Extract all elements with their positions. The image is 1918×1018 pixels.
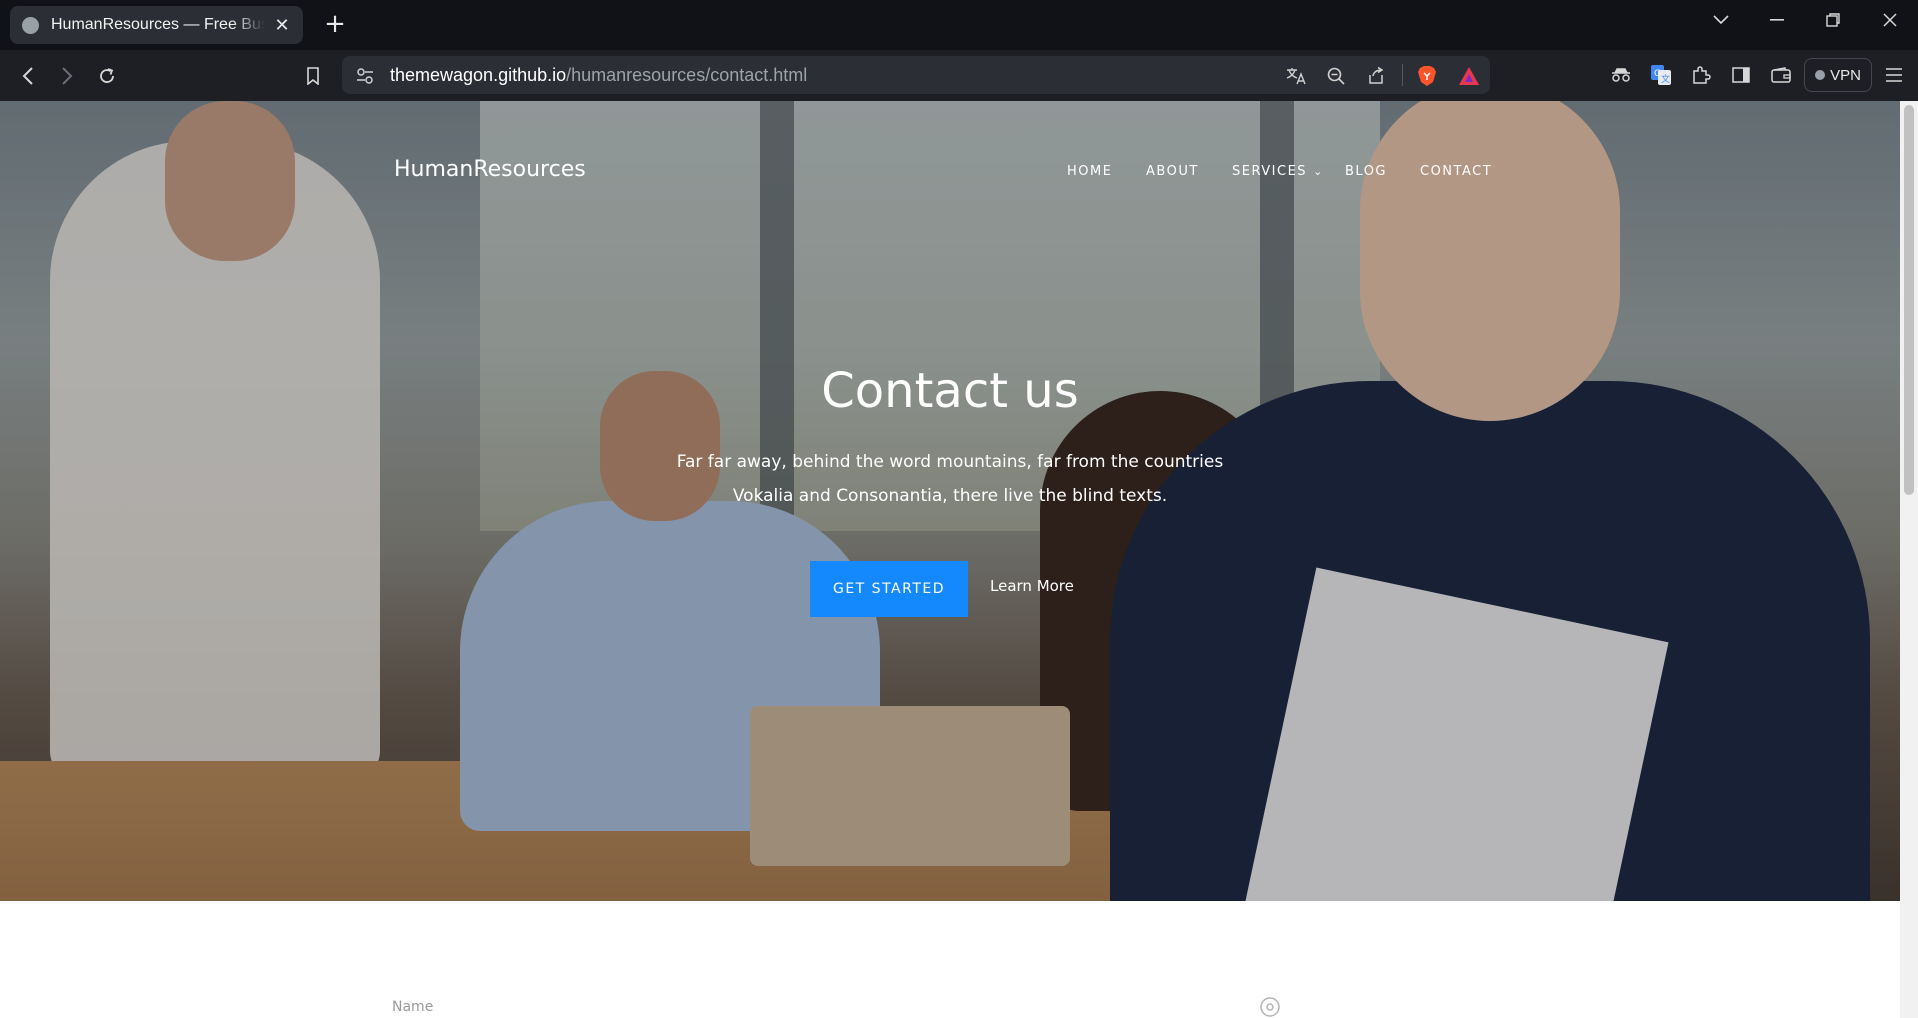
menu-icon[interactable] [1882,63,1906,87]
google-translate-icon[interactable]: G文 [1649,63,1673,87]
sidebar-icon[interactable] [1729,63,1753,87]
hero-subtitle: Far far away, behind the word mountains,… [676,452,1224,506]
url-path: /humanresources/contact.html [566,65,808,85]
svg-text:文: 文 [1661,73,1670,85]
address-bar[interactable]: themewagon.github.io/humanresources/cont… [342,56,1490,94]
page-scrollbar[interactable] [1900,101,1918,1018]
hero-section: HumanResources HOME ABOUT SERVICES ⌄ BLOG… [0,101,1900,901]
reload-icon[interactable] [94,63,120,89]
site-logo[interactable]: HumanResources [394,157,586,182]
nav-item-contact[interactable]: CONTACT [1420,164,1492,179]
tab-search-icon[interactable] [1701,0,1741,40]
restore-icon[interactable] [1813,0,1853,40]
extensions-icon[interactable] [1689,63,1713,87]
nav-item-services[interactable]: SERVICES ⌄ [1232,164,1324,179]
brave-shield-icon[interactable] [1416,65,1438,87]
brave-rewards-icon[interactable] [1458,65,1480,87]
browser-tab-active[interactable]: HumanResources — Free Business ✕ [10,6,303,44]
page-viewport: HumanResources HOME ABOUT SERVICES ⌄ BLOG… [0,101,1900,1018]
tab-title: HumanResources — Free Business [51,16,265,33]
nav-item-about[interactable]: ABOUT [1146,164,1199,179]
browser-tab-strip: HumanResources — Free Business ✕ + [0,0,1918,50]
browser-toolbar: themewagon.github.io/humanresources/cont… [0,50,1918,101]
new-tab-button[interactable]: + [320,9,350,39]
name-field-label: Name [392,999,434,1015]
bookmark-icon[interactable] [300,63,326,89]
scrollbar-thumb[interactable] [1904,105,1914,495]
nav-item-blog[interactable]: BLOG [1345,164,1387,179]
get-started-button[interactable]: GET STARTED [810,561,968,617]
forward-icon[interactable] [54,63,80,89]
nav-item-home[interactable]: HOME [1067,164,1112,179]
chevron-down-icon: ⌄ [1313,165,1324,178]
omnibox-divider [1402,64,1403,86]
back-icon[interactable] [15,63,41,89]
tab-close-icon[interactable]: ✕ [273,15,291,36]
location-pin-icon [1259,996,1283,1018]
vpn-status-icon [1815,70,1826,80]
learn-more-link[interactable]: Learn More [990,571,1074,601]
page-title: Contact us [821,363,1079,419]
translate-icon[interactable] [1285,65,1307,87]
nav-item-services-label: SERVICES [1232,164,1308,179]
svg-text:G: G [1654,69,1661,79]
vpn-label: VPN [1830,66,1861,84]
vpn-button[interactable]: VPN [1804,58,1872,92]
site-settings-icon[interactable] [354,65,376,87]
minimize-icon[interactable] [1757,0,1797,40]
close-window-icon[interactable] [1870,0,1910,40]
url-text[interactable]: themewagon.github.io/humanresources/cont… [390,65,807,86]
private-window-icon[interactable] [1609,63,1633,87]
zoom-out-icon[interactable] [1325,65,1347,87]
share-icon[interactable] [1365,65,1387,87]
url-host: themewagon.github.io [390,65,567,85]
wallet-icon[interactable] [1769,63,1793,87]
globe-favicon-icon [22,16,39,34]
